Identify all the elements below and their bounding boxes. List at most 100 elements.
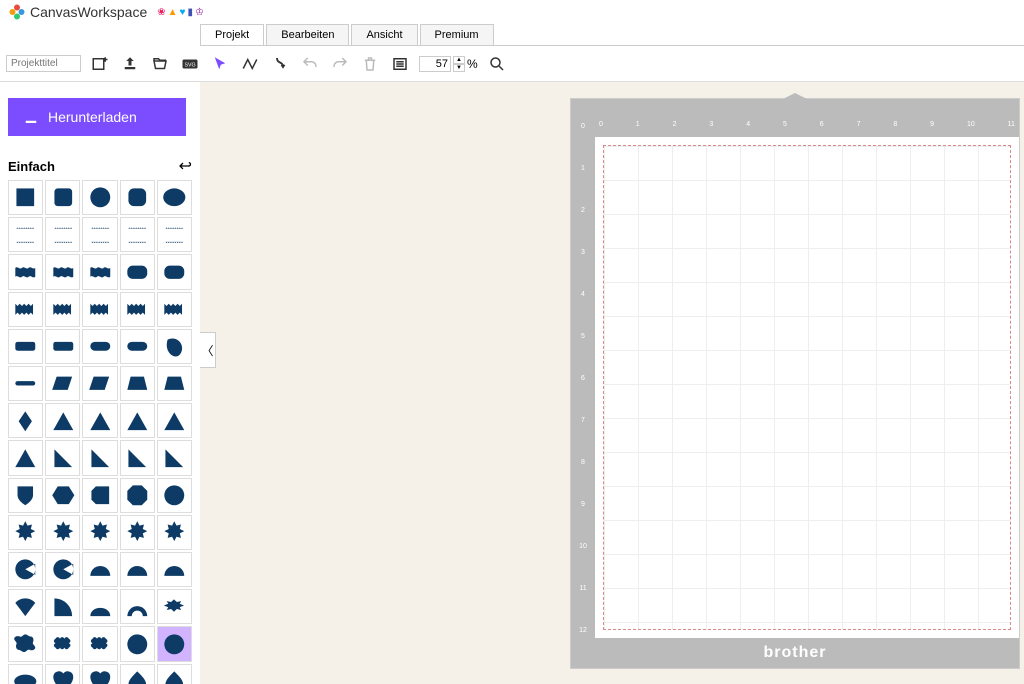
zoom-control: ▲▼ % [419,56,478,72]
shape-scallop-rect[interactable] [82,626,117,661]
shape-stamp-sq[interactable] [8,217,43,252]
shape-arc[interactable] [157,552,192,587]
shape-round-rect[interactable] [45,329,80,364]
shape-burst[interactable] [8,515,43,550]
shape-zigzag-rect[interactable] [45,292,80,327]
shape-scallop-rect[interactable] [45,626,80,661]
shape-trapezoid[interactable] [120,366,155,401]
shape-rainbow[interactable] [120,589,155,624]
shape-burst[interactable] [157,515,192,550]
shape-pill-big[interactable] [120,254,155,289]
shape-zigzag-rect[interactable] [8,292,43,327]
shape-pacman[interactable] [8,552,43,587]
zoom-down-icon[interactable]: ▼ [453,64,465,72]
shape-spade[interactable] [120,664,155,684]
shape-scallop[interactable] [8,626,43,661]
trash-icon[interactable] [359,53,381,75]
shape-circle[interactable] [82,180,117,215]
pointer-icon[interactable] [209,53,231,75]
shape-right-tri[interactable] [45,440,80,475]
shape-pill-big[interactable] [157,254,192,289]
canvas-mat-wrap: 0123456789101112 01234567891011 brother [570,98,1020,684]
shape-trapezoid[interactable] [157,366,192,401]
shape-round-rect[interactable] [8,329,43,364]
download-button[interactable]: Herunterladen [8,98,186,136]
shape-kite[interactable] [8,403,43,438]
shape-wave-rect[interactable] [82,254,117,289]
shape-burst[interactable] [45,515,80,550]
list-icon[interactable] [389,53,411,75]
shape-stamp-sq[interactable] [82,217,117,252]
back-icon[interactable]: ↩ [179,156,192,176]
shape-stamp-sq[interactable] [120,217,155,252]
shape-burst[interactable] [82,515,117,550]
shape-circle[interactable] [157,478,192,513]
shape-ellipse[interactable] [8,664,43,684]
shape-right-tri[interactable] [120,440,155,475]
redo-icon[interactable] [329,53,351,75]
shape-pill-thin[interactable] [8,366,43,401]
trace-icon[interactable] [269,53,291,75]
tab-ansicht[interactable]: Ansicht [351,24,417,45]
mat-surface[interactable] [603,145,1011,630]
shape-wave-rect[interactable] [8,254,43,289]
shape-arc[interactable] [120,552,155,587]
svg-icon[interactable]: SVG [179,53,201,75]
shape-pacman[interactable] [45,552,80,587]
shape-octagon[interactable] [120,478,155,513]
project-title-input[interactable] [6,55,81,72]
zoom-input[interactable] [419,56,451,72]
shape-fan[interactable] [8,589,43,624]
new-project-icon[interactable] [89,53,111,75]
shape-wave-rect[interactable] [45,254,80,289]
tab-projekt[interactable]: Projekt [200,24,264,45]
shape-triangle[interactable] [8,440,43,475]
canvas-area: 〈 0123456789101112 01234567891011 brothe… [200,82,1024,684]
shape-shield[interactable] [8,478,43,513]
shape-parallelogram[interactable] [82,366,117,401]
shape-circle[interactable] [120,626,155,661]
canvas-mat[interactable]: 0123456789101112 01234567891011 brother [570,98,1020,669]
shape-triangle[interactable] [157,403,192,438]
shape-arc[interactable] [82,552,117,587]
shape-zigzag-rect[interactable] [157,292,192,327]
shape-ellipse-wide[interactable] [157,180,192,215]
shape-heart[interactable] [45,664,80,684]
shape-zigzag-rect[interactable] [120,292,155,327]
upload-icon[interactable] [119,53,141,75]
path-icon[interactable] [239,53,261,75]
shape-parallelogram[interactable] [45,366,80,401]
shape-right-tri[interactable] [157,440,192,475]
shape-blob[interactable] [157,329,192,364]
shape-burst[interactable] [120,515,155,550]
shape-square[interactable] [8,180,43,215]
open-icon[interactable] [149,53,171,75]
shape-spade[interactable] [157,664,192,684]
search-icon[interactable] [486,53,508,75]
shape-triangle[interactable] [45,403,80,438]
shape-burst-wide[interactable] [157,589,192,624]
zoom-up-icon[interactable]: ▲ [453,56,465,64]
shape-right-tri[interactable] [82,440,117,475]
shape-capsule[interactable] [82,329,117,364]
shape-square-rounded2[interactable] [120,180,155,215]
shape-triangle[interactable] [82,403,117,438]
shape-quarter[interactable] [45,589,80,624]
undo-icon[interactable] [299,53,321,75]
shapes-grid [8,180,192,684]
shape-triangle[interactable] [120,403,155,438]
shape-hill[interactable] [82,589,117,624]
tab-bearbeiten[interactable]: Bearbeiten [266,24,349,45]
shape-hexagon[interactable] [45,478,80,513]
tab-premium[interactable]: Premium [420,24,494,45]
shape-capsule[interactable] [120,329,155,364]
logo: CanvasWorkspace [8,3,147,21]
sidebar-collapse-icon[interactable]: 〈 [200,332,216,368]
shape-zigzag-rect[interactable] [82,292,117,327]
shape-circle[interactable] [157,626,192,661]
shape-stamp-sq[interactable] [45,217,80,252]
shape-stamp-sq[interactable] [157,217,192,252]
shape-heart[interactable] [82,664,117,684]
shape-square-rounded[interactable] [45,180,80,215]
shape-hex-tag[interactable] [82,478,117,513]
